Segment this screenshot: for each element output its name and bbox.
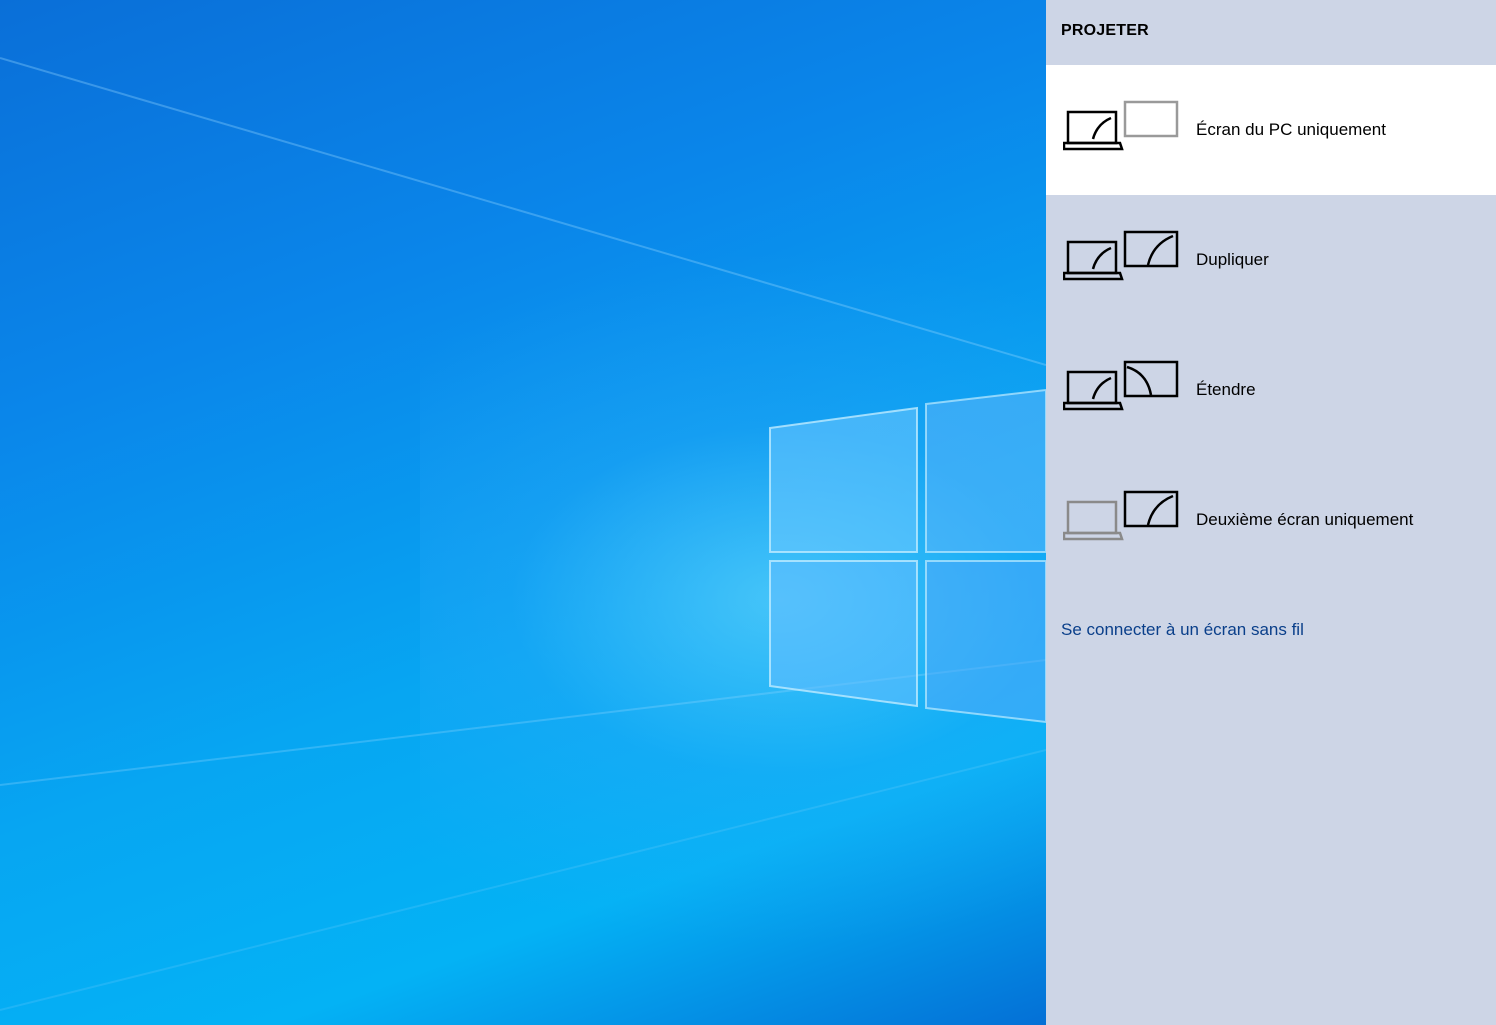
option-label: Dupliquer — [1196, 250, 1269, 269]
option-extend[interactable]: Étendre — [1046, 325, 1496, 455]
option-pc-screen-only[interactable]: Écran du PC uniquement — [1046, 65, 1496, 195]
extend-icon — [1063, 360, 1179, 411]
duplicate-icon — [1063, 230, 1179, 281]
pc-screen-only-icon — [1063, 100, 1179, 151]
second-screen-only-icon — [1063, 490, 1179, 541]
project-panel: PROJETER Écran du PC uniquement Duplique… — [1046, 0, 1496, 1025]
option-label: Deuxième écran uniquement — [1196, 510, 1414, 529]
connect-wireless-display-link[interactable]: Se connecter à un écran sans fil — [1061, 620, 1304, 640]
windows-logo-wallpaper — [0, 57, 1046, 1011]
panel-title: PROJETER — [1061, 22, 1149, 39]
option-label: Étendre — [1196, 380, 1256, 399]
desktop-wallpaper — [0, 0, 1046, 1025]
option-second-screen-only[interactable]: Deuxième écran uniquement — [1046, 455, 1496, 585]
option-duplicate[interactable]: Dupliquer — [1046, 195, 1496, 325]
option-label: Écran du PC uniquement — [1196, 120, 1386, 139]
